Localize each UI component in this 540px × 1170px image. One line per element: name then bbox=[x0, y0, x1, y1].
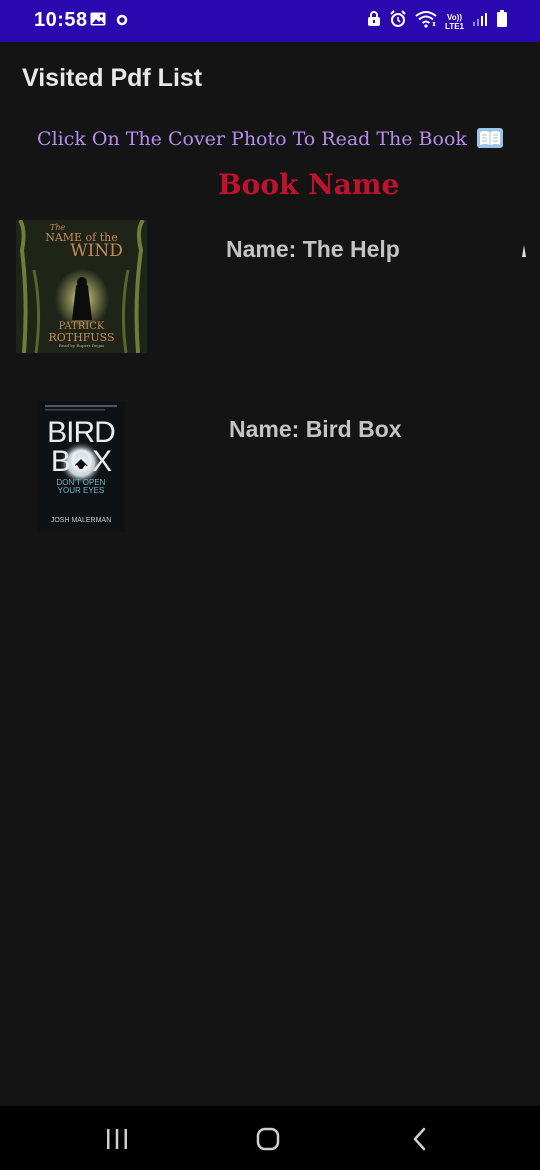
cover-title-line2: BOX bbox=[50, 444, 112, 478]
cover-title: BIRD BOX bbox=[37, 416, 125, 478]
instruction-label: Click On The Cover Photo To Read The Boo… bbox=[37, 128, 467, 150]
book-name-header: Book Name bbox=[218, 168, 400, 201]
wifi-icon bbox=[415, 10, 437, 33]
list-item: The NAME of the WIND PATRICK ROTHFUSS Re… bbox=[0, 220, 540, 360]
cover-tagline: DON'T OPEN YOUR EYES bbox=[56, 478, 106, 495]
open-book-icon bbox=[476, 128, 503, 153]
scrollbar-indicator[interactable] bbox=[522, 245, 526, 257]
gallery-icon bbox=[90, 12, 106, 31]
book-cover-the-help[interactable]: The NAME of the WIND PATRICK ROTHFUSS Re… bbox=[16, 220, 147, 353]
lock-icon bbox=[367, 11, 381, 32]
network-label: LTE1 bbox=[445, 21, 464, 31]
book-name-the-help[interactable]: Name: The Help bbox=[226, 236, 400, 263]
page-title: Visited Pdf List bbox=[22, 64, 203, 92]
book-cover-bird-box[interactable]: BIRD BOX DON'T OPEN YOUR EYES JOSH MALER… bbox=[37, 401, 125, 532]
home-icon[interactable] bbox=[248, 1124, 288, 1154]
system-nav-bar bbox=[0, 1106, 540, 1170]
status-left-icons bbox=[90, 12, 128, 31]
cover-author: PATRICK ROTHFUSS Read by Rupert Degas bbox=[16, 322, 147, 348]
circle-notification-icon bbox=[116, 13, 128, 31]
status-time: 10:58 bbox=[34, 9, 88, 31]
volte-label: Vo)) bbox=[447, 12, 462, 22]
status-bar: 10:58 Vo)) LTE1 bbox=[0, 0, 540, 42]
back-icon[interactable] bbox=[400, 1124, 440, 1154]
cover-title-line1: BIRD bbox=[47, 416, 116, 449]
alarm-icon bbox=[389, 10, 407, 33]
network-labels: Vo)) LTE1 bbox=[445, 13, 464, 31]
recent-apps-icon[interactable] bbox=[97, 1124, 137, 1154]
signal-icon bbox=[472, 11, 488, 32]
instruction-text: Click On The Cover Photo To Read The Boo… bbox=[0, 128, 540, 153]
cover-footer: Read by Rupert Degas bbox=[58, 343, 105, 348]
cover-title-line3: WIND bbox=[70, 241, 123, 261]
cover-title: The NAME of the WIND bbox=[16, 224, 147, 260]
battery-icon bbox=[496, 10, 508, 33]
book-name-bird-box[interactable]: Name: Bird Box bbox=[229, 416, 402, 443]
cover-author: JOSH MALERMAN bbox=[50, 517, 112, 524]
status-right-icons: Vo)) LTE1 bbox=[367, 10, 508, 33]
cover-author-line2: ROTHFUSS bbox=[48, 331, 115, 344]
app-bar: Visited Pdf List bbox=[0, 42, 540, 116]
screen: 10:58 Vo)) LTE1 Visited Pdf List Click O… bbox=[0, 0, 540, 1170]
list-item: BIRD BOX DON'T OPEN YOUR EYES JOSH MALER… bbox=[0, 400, 540, 540]
